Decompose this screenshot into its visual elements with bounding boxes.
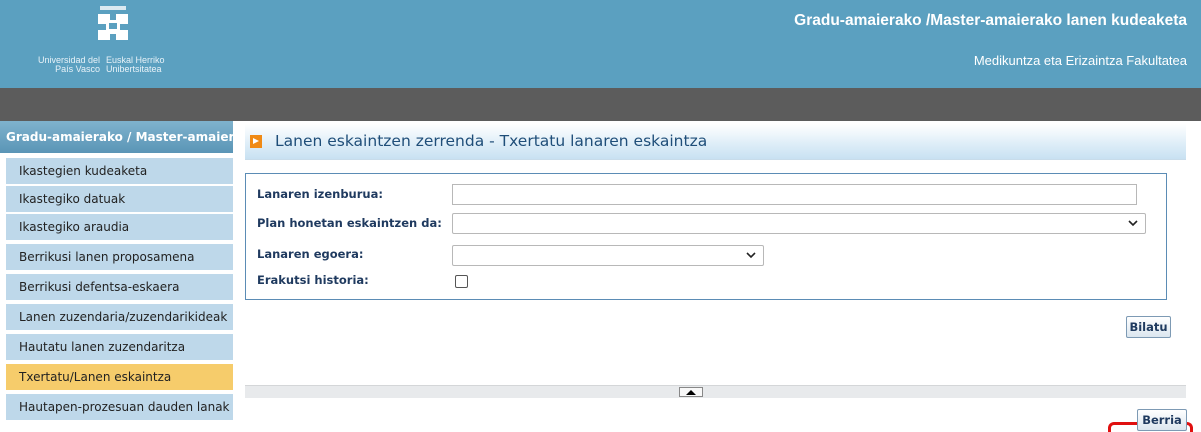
work-title-input[interactable] xyxy=(452,184,1137,205)
sidebar-item-hautatu-zuzendaritza[interactable]: Hautatu lanen zuzendaritza xyxy=(6,334,233,362)
sidebar-item-hautapen-prozesua[interactable]: Hautapen-prozesuan dauden lanak xyxy=(6,394,233,422)
results-bar xyxy=(245,385,1186,398)
sidebar: Gradu-amaierako / Master-amaierako lanen… xyxy=(0,121,233,432)
logo-text-es: Universidad del País Vasco xyxy=(37,55,100,74)
sidebar-item-ikastegien-kudeaketa[interactable]: Ikastegien kudeaketa xyxy=(6,158,233,186)
search-form: Lanaren izenburua: Plan honetan eskaintz… xyxy=(245,173,1167,300)
work-status-label: Lanaren egoera: xyxy=(257,247,364,261)
sidebar-item-ikastegiko-datuak[interactable]: Ikastegiko datuak xyxy=(6,186,233,214)
search-button[interactable]: Bilatu xyxy=(1126,316,1171,338)
sidebar-item-berrikusi-proposamena[interactable]: Berrikusi lanen proposamena xyxy=(6,244,233,272)
collapse-arrow-up-icon[interactable] xyxy=(679,387,703,397)
work-status-select[interactable] xyxy=(452,245,764,266)
chevron-down-icon xyxy=(1128,220,1138,227)
sidebar-item-ikastegiko-araudia[interactable]: Ikastegiko araudia xyxy=(6,214,233,242)
chevron-down-icon xyxy=(746,252,756,259)
new-button[interactable]: Berria xyxy=(1137,409,1187,431)
sidebar-item-zuzendariak[interactable]: Lanen zuzendaria/zuzendarikideak xyxy=(6,304,233,332)
university-logo[interactable]: Universidad del País Vasco Euskal Herrik… xyxy=(14,4,214,84)
logo-text-eu: Euskal Herriko Unibertsitatea xyxy=(106,55,165,74)
plan-label: Plan honetan eskaintzen da: xyxy=(257,216,442,230)
sidebar-item-lanen-eskaintza[interactable]: Txertatu/Lanen eskaintza xyxy=(6,364,233,392)
top-toolbar xyxy=(0,88,1201,121)
show-history-checkbox[interactable] xyxy=(455,275,468,288)
work-title-label: Lanaren izenburua: xyxy=(257,187,383,201)
page-title-bar: Lanen eskaintzen zerrenda - Txertatu lan… xyxy=(245,124,1186,160)
page-title: Lanen eskaintzen zerrenda - Txertatu lan… xyxy=(275,132,708,150)
sidebar-item-berrikusi-defentsa[interactable]: Berrikusi defentsa-eskaera xyxy=(6,274,233,302)
sidebar-heading[interactable]: Gradu-amaierako / Master-amaierako lanen… xyxy=(0,121,233,153)
app-header: Universidad del País Vasco Euskal Herrik… xyxy=(0,0,1201,88)
plan-select[interactable] xyxy=(452,213,1146,234)
app-title: Gradu-amaierako /Master-amaierako lanen … xyxy=(794,12,1187,29)
show-history-label: Erakutsi historia: xyxy=(257,273,369,287)
arrow-right-icon xyxy=(250,135,262,148)
faculty-name: Medikuntza eta Erizaintza Fakultatea xyxy=(973,53,1187,68)
ehu-logo-icon xyxy=(98,6,128,40)
